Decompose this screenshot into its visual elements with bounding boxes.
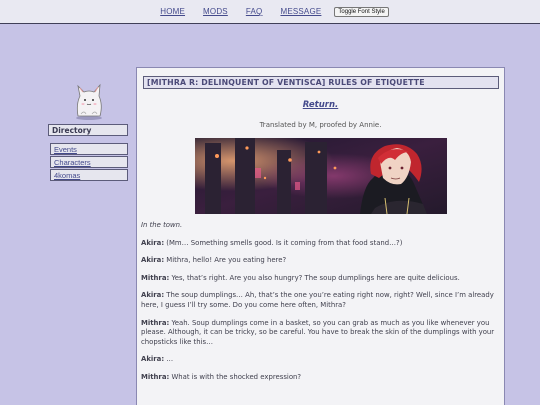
story-banner-image [195, 138, 447, 214]
nav-link-mods[interactable]: MODS [203, 7, 228, 16]
speaker-name: Akira: [141, 355, 165, 364]
speaker-name: Mithra: [141, 273, 170, 282]
speaker-name: Akira: [141, 291, 165, 300]
sidebar: Directory Events Characters 4komas [48, 124, 128, 182]
story-line: Mithra: Yeah. Soup dumplings come in a b… [141, 319, 501, 348]
line-text: (Mm… Something smells good. Is it coming… [166, 238, 403, 247]
story-line: Akira: Mithra, hello! Are you eating her… [141, 256, 501, 266]
speaker-name: Mithra: [141, 318, 170, 327]
main-content-panel: [MITHRA R: DELINQUENT OF VENTISCA] RULES… [136, 67, 505, 405]
translation-credits: Translated by M, proofed by Annie. [259, 121, 382, 129]
line-text: The soup dumplings… Ah, that’s the one y… [141, 291, 494, 309]
line-text: … [166, 355, 174, 364]
top-nav-bar: HOME MODS FAQ MESSAGE Toggle Font Style [0, 0, 540, 24]
nav-link-home[interactable]: HOME [160, 7, 185, 16]
sidebar-item-events[interactable]: Events [50, 143, 128, 155]
page-title: [MITHRA R: DELINQUENT OF VENTISCA] RULES… [143, 76, 499, 89]
story-text: In the town. Akira: (Mm… Something smell… [141, 221, 501, 391]
sidebar-directory-label: Directory [48, 124, 128, 136]
story-line: Akira: … [141, 355, 501, 365]
line-text: Yeah. Soup dumplings come in a basket, s… [141, 318, 495, 346]
line-text: What is with the shocked expression? [171, 372, 302, 381]
return-link[interactable]: Return. [137, 100, 504, 110]
sidebar-item-characters[interactable]: Characters [50, 156, 128, 168]
story-line: Mithra: What is with the shocked express… [141, 373, 501, 383]
toggle-font-style-button[interactable]: Toggle Font Style [334, 6, 389, 17]
speaker-name: Mithra: [141, 372, 170, 381]
story-line: Mithra: Yes, that’s right. Are you also … [141, 274, 501, 284]
story-line: Akira: The soup dumplings… Ah, that’s th… [141, 291, 501, 310]
sidebar-list: Events Characters 4komas [50, 143, 128, 181]
cat-mascot-icon [72, 80, 106, 120]
speaker-name: Akira: [141, 256, 165, 265]
line-text: Yes, that’s right. Are you also hungry? … [171, 273, 460, 282]
story-stage-direction: In the town. [141, 221, 501, 231]
nav-link-faq[interactable]: FAQ [246, 7, 263, 16]
speaker-name: Akira: [141, 238, 165, 247]
story-line: Akira: (Mm… Something smells good. Is it… [141, 239, 501, 249]
nav-link-message[interactable]: MESSAGE [280, 7, 321, 16]
sidebar-item-4komas[interactable]: 4komas [50, 169, 128, 181]
stage-text: In the town. [141, 221, 183, 229]
line-text: Mithra, hello! Are you eating here? [166, 256, 287, 265]
